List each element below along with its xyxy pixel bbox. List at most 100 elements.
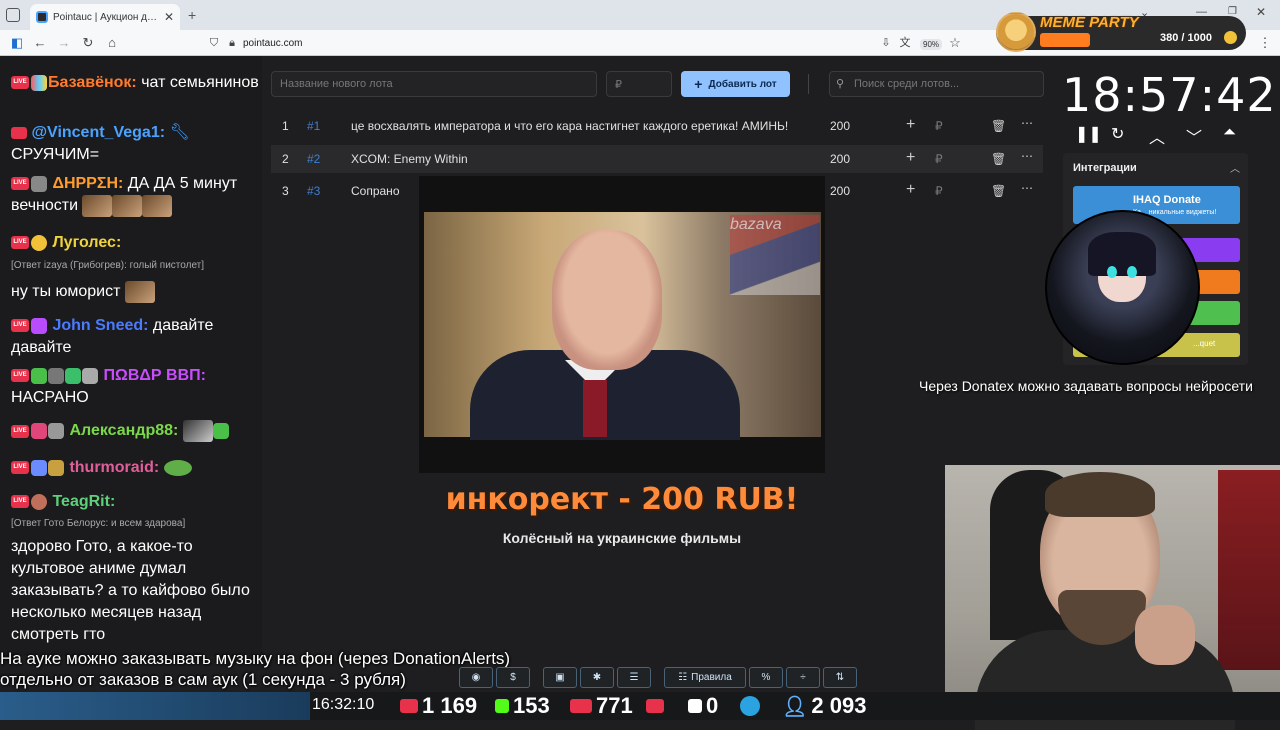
video-person-tie <box>583 380 607 437</box>
more-icon[interactable]: ⋯ <box>1021 116 1033 130</box>
more-icon[interactable]: ⋯ <box>1021 181 1033 195</box>
live-badge-icon: LIVE <box>11 424 29 438</box>
percent-button[interactable]: % <box>749 667 783 688</box>
reload-icon[interactable]: ↻ <box>79 34 97 52</box>
subtitle-line: отдельно от заказов в сам аук (1 секунда… <box>0 670 406 689</box>
integrations-title: Интеграции <box>1073 162 1137 174</box>
lot-amount[interactable]: 200 <box>830 152 850 166</box>
pause-icon[interactable]: ❚❚ <box>1075 124 1102 144</box>
badge-icon <box>31 74 47 91</box>
new-lot-input[interactable]: Название нового лота <box>271 71 597 97</box>
viewers-count: 2 093 <box>811 693 867 718</box>
menu-icon[interactable]: ⋮ <box>1256 34 1274 52</box>
vk-viewers: 771 <box>570 692 633 720</box>
lot-amount[interactable]: 200 <box>830 184 850 198</box>
chat-reply: [Ответ izaya (Грибогрев): голый пистолет… <box>11 260 205 271</box>
emote-image <box>212 423 229 439</box>
lot-name[interactable]: це восхвалять императора и что его кара … <box>351 119 811 133</box>
chevron-up-icon[interactable]: ︿ <box>1149 124 1165 148</box>
live-badge-icon: LIVE <box>11 461 29 475</box>
delete-icon[interactable]: 🗑︎ <box>991 152 1006 166</box>
other-platform <box>646 692 664 720</box>
github-icon[interactable]: ◉ <box>459 667 493 688</box>
tab-title: Pointauc | Аукцион для стрим... <box>53 11 159 23</box>
price-input[interactable]: ₽ <box>606 71 672 97</box>
lot-row[interactable]: 1 #1 це восхвалять императора и что его … <box>271 112 1043 140</box>
badge-icon <box>31 234 47 251</box>
chat-text: СРУЯЧИМ= <box>11 146 100 163</box>
donate-dollar-icon[interactable]: $ <box>496 667 530 688</box>
search-input[interactable]: Поиск среди лотов... <box>829 71 1044 97</box>
double-chevron-up-icon[interactable]: ⏶ <box>1223 124 1236 142</box>
pointauc-favicon-icon <box>36 11 48 23</box>
ruble-icon[interactable]: ₽ <box>935 184 943 198</box>
dice-icon <box>31 317 47 334</box>
collapse-chevron-icon[interactable]: ︿ <box>1230 160 1240 175</box>
kick-viewers: 153 <box>495 692 550 720</box>
more-icon[interactable]: ⋯ <box>1021 149 1033 163</box>
lot-tag: #1 <box>307 119 321 133</box>
tab-actions-icon[interactable] <box>6 8 20 22</box>
lot-amount[interactable]: 200 <box>830 119 850 133</box>
bookmark-star-icon[interactable]: ☆ <box>946 34 964 52</box>
rules-button[interactable]: ☷ Правила <box>664 667 746 688</box>
close-window-icon[interactable]: ✕ <box>1256 5 1266 19</box>
sort-icon[interactable]: ⇅ <box>823 667 857 688</box>
badge-icon <box>31 175 47 192</box>
chat-message: LIVE John Sneed: давайте давайте <box>11 315 261 359</box>
back-icon[interactable]: ← <box>31 34 49 52</box>
live-badge-icon: LIVE <box>11 319 29 333</box>
chat-text: здорово Гото, а какое-то культовое аниме… <box>11 538 250 643</box>
badge-icon <box>48 367 64 384</box>
bug-icon[interactable]: ✱ <box>580 667 614 688</box>
close-tab-icon[interactable]: ✕ <box>164 10 174 24</box>
chat-nick: Луголес: <box>52 234 122 251</box>
ruble-icon[interactable]: ₽ <box>935 152 943 166</box>
avatar-eye <box>1127 266 1137 278</box>
emote-image <box>182 420 213 442</box>
forward-icon[interactable]: → <box>55 34 73 52</box>
add-lot-label: Добавить лот <box>708 78 777 90</box>
chat-message: LIVE TeagRit: <box>11 491 261 513</box>
delete-icon[interactable]: 🗑︎ <box>991 119 1006 133</box>
browser-tab[interactable]: Pointauc | Аукцион для стрим... ✕ <box>30 4 180 30</box>
rutube-icon <box>688 699 702 713</box>
donation-message: Колёсный на украинские фильмы <box>502 530 742 546</box>
badge-icon <box>31 367 47 384</box>
add-lot-button[interactable]: + Добавить лот <box>681 71 790 97</box>
delete-icon[interactable]: 🗑︎ <box>991 184 1006 198</box>
sidebar-icon[interactable]: ◧ <box>8 34 26 52</box>
add-amount-icon[interactable]: + <box>906 181 915 199</box>
add-amount-icon[interactable]: + <box>906 116 915 134</box>
chevron-down-icon[interactable]: ﹀ <box>1186 124 1202 148</box>
add-amount-icon[interactable]: + <box>906 149 915 167</box>
site-info-icon[interactable]: ⛉ <box>205 34 223 52</box>
lot-row[interactable]: 2 #2 XCOM: Enemy Within 200 + ₽ 🗑︎ ⋯ <box>271 145 1043 173</box>
reset-timer-icon[interactable]: ↻ <box>1111 124 1124 144</box>
viewers-icon: 👤︎ <box>782 695 808 718</box>
url-text[interactable]: pointauc.com <box>243 38 302 49</box>
lot-name[interactable]: XCOM: Enemy Within <box>351 152 811 166</box>
new-tab-icon[interactable]: + <box>188 7 196 23</box>
chat-reply: [Ответ Гото Белорус: и всем здарова] <box>11 518 186 529</box>
chat-message: LIVE Луголес: <box>11 232 261 254</box>
clear-list-icon[interactable]: ☰ <box>617 667 651 688</box>
lot-tag: #3 <box>307 184 321 198</box>
divider <box>808 74 809 94</box>
translate-icon[interactable]: 文 <box>896 34 914 52</box>
plus-icon: + <box>694 76 703 92</box>
download-icon[interactable]: ⇩ <box>877 34 895 52</box>
ruble-icon[interactable]: ₽ <box>935 119 943 133</box>
lot-number: 3 <box>282 184 289 198</box>
telegram <box>740 692 760 720</box>
split-icon[interactable]: ÷ <box>786 667 820 688</box>
home-icon[interactable]: ⌂ <box>103 34 121 52</box>
streamer-hand <box>1135 605 1195 665</box>
lot-number: 1 <box>282 119 289 133</box>
chat-nick: @Vincent_Vega1: <box>31 124 166 141</box>
save-icon[interactable]: ▣ <box>543 667 577 688</box>
chat-message: здорово Гото, а какое-то культовое аниме… <box>11 536 251 646</box>
vk-live-icon <box>570 699 592 713</box>
zoom-level[interactable]: 90% <box>920 39 943 50</box>
lot-tag: #2 <box>307 152 321 166</box>
